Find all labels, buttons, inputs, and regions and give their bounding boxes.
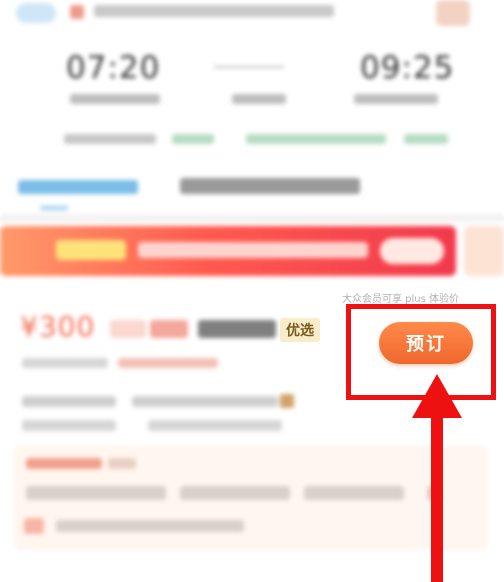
flight-title-bar xyxy=(94,5,334,17)
tab-indicator xyxy=(40,206,68,210)
promo-text xyxy=(138,242,368,258)
refund-text xyxy=(22,420,116,431)
departure-time: 07:20 xyxy=(66,50,161,86)
tab-business[interactable] xyxy=(180,178,360,194)
fare-class-tag xyxy=(198,320,276,338)
perk-item xyxy=(26,486,166,500)
discount-tag xyxy=(150,320,188,338)
arrow-shaft xyxy=(431,414,443,582)
tab-economy[interactable] xyxy=(18,180,138,194)
airline-icon xyxy=(70,5,84,19)
section-divider xyxy=(0,214,504,222)
refund-text xyxy=(148,420,282,431)
route-line xyxy=(214,66,284,68)
discount-tag xyxy=(110,320,146,338)
departure-airport xyxy=(70,94,160,104)
red-up-arrow-icon xyxy=(412,374,462,418)
gift-icon xyxy=(24,518,44,534)
perk-item xyxy=(56,520,244,532)
fare-rule-text xyxy=(22,358,108,368)
perks-title xyxy=(26,458,102,469)
flight-duration xyxy=(232,94,286,104)
promo-tag xyxy=(56,240,126,260)
arrival-time: 09:25 xyxy=(360,50,455,86)
member-price-note: 大众会员可享 plus 体验价 xyxy=(342,294,460,305)
perk-item xyxy=(180,486,290,500)
flight-info-tag xyxy=(64,134,156,144)
flight-info-tag xyxy=(404,134,448,144)
fare-rule-text xyxy=(118,358,218,368)
info-badge xyxy=(280,394,294,408)
arrival-airport xyxy=(354,94,438,104)
baggage-text xyxy=(132,396,278,407)
perk-item xyxy=(304,486,404,500)
flight-info-tag xyxy=(172,134,214,144)
avatar[interactable] xyxy=(436,0,470,26)
back-pill[interactable] xyxy=(16,3,56,23)
promo-side-card[interactable] xyxy=(464,226,504,276)
perks-subtitle xyxy=(108,458,136,469)
price: ¥300 xyxy=(20,310,96,343)
flight-info-tag xyxy=(246,134,386,144)
selection-badge: 优选 xyxy=(280,318,320,342)
baggage-text xyxy=(22,396,116,407)
promo-button[interactable] xyxy=(380,238,444,264)
